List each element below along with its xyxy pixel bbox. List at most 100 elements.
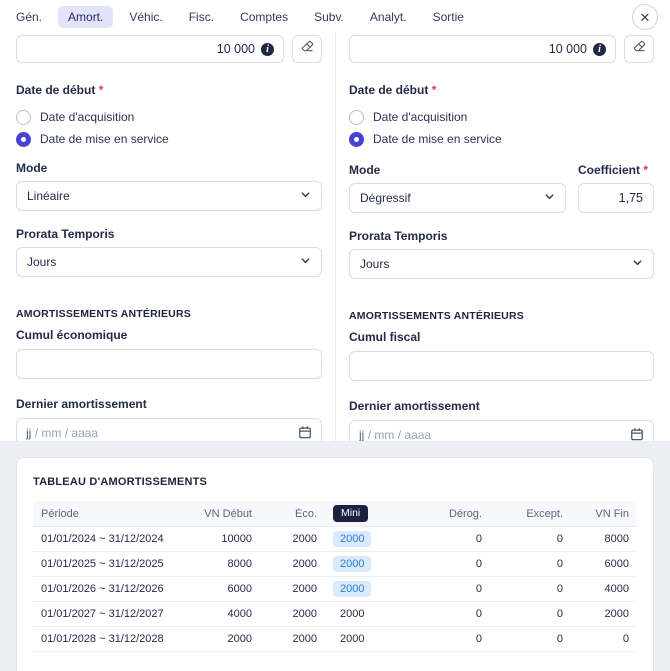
- cell-eco: 2000: [260, 608, 325, 620]
- table-header-row: Période VN Début Éco. Mini Dérog. Except…: [33, 501, 637, 527]
- cell-vn-debut: 2000: [193, 633, 260, 645]
- cell-mini: 2000: [325, 581, 415, 597]
- tab-subv[interactable]: Subv.: [304, 6, 354, 28]
- prorata-label: Prorata Temporis: [16, 228, 322, 241]
- tab-amort[interactable]: Amort.: [58, 6, 113, 28]
- economic-panel: 10 000 i Date de début * Date d'acquisit…: [0, 32, 335, 441]
- mode-label: Mode: [349, 164, 566, 177]
- cumul-fiscal-label: Cumul fiscal: [349, 331, 654, 344]
- radio-icon-unchecked[interactable]: [349, 110, 364, 125]
- mini-column-badge[interactable]: Mini: [333, 505, 368, 522]
- anterieurs-section-title: AMORTISSEMENTS ANTÉRIEURS: [349, 310, 654, 322]
- cell-periode: 01/01/2027 ~ 31/12/2027: [33, 608, 193, 620]
- coefficient-input[interactable]: 1,75: [578, 183, 654, 213]
- cumul-economique-input[interactable]: [16, 349, 322, 379]
- dernier-amortissement-label: Dernier amortissement: [16, 398, 322, 411]
- cell-eco: 2000: [260, 583, 325, 595]
- table-row: 01/01/2028 ~ 31/12/2028 2000 2000 2000 0…: [33, 627, 637, 652]
- cell-periode: 01/01/2028 ~ 31/12/2028: [33, 633, 193, 645]
- mini-value: 2000: [333, 631, 371, 647]
- cell-vn-debut: 8000: [193, 558, 260, 570]
- dernier-amortissement-label: Dernier amortissement: [349, 400, 654, 413]
- fiscal-clear-button[interactable]: [624, 35, 654, 63]
- mode-select-value: Dégressif: [360, 191, 411, 205]
- col-header-eco: Éco.: [260, 508, 325, 520]
- radio-label: Date d'acquisition: [373, 110, 467, 124]
- tab-bar: Gén. Amort. Véhic. Fisc. Comptes Subv. A…: [0, 0, 670, 32]
- calendar-icon[interactable]: [298, 425, 312, 442]
- cell-periode: 01/01/2025 ~ 31/12/2025: [33, 558, 193, 570]
- tab-comptes[interactable]: Comptes: [230, 6, 298, 28]
- close-button[interactable]: ✕: [632, 4, 658, 30]
- cell-periode: 01/01/2026 ~ 31/12/2026: [33, 583, 193, 595]
- cell-vn-fin: 8000: [571, 533, 637, 545]
- cell-eco: 2000: [260, 558, 325, 570]
- table-row: 01/01/2025 ~ 31/12/2025 8000 2000 2000 0…: [33, 552, 637, 577]
- cell-mini: 2000: [325, 606, 415, 622]
- table-row: 01/01/2027 ~ 31/12/2027 4000 2000 2000 0…: [33, 602, 637, 627]
- cell-vn-debut: 4000: [193, 608, 260, 620]
- prorata-label: Prorata Temporis: [349, 230, 654, 243]
- mini-value: 2000: [333, 606, 371, 622]
- cumul-fiscal-input[interactable]: [349, 351, 654, 381]
- mode-select-value: Linéaire: [27, 189, 70, 203]
- eraser-icon: [632, 39, 647, 59]
- cell-vn-fin: 4000: [571, 583, 637, 595]
- col-header-except: Except.: [490, 508, 571, 520]
- cell-derog: 0: [415, 533, 490, 545]
- fiscal-mode-select[interactable]: Dégressif: [349, 183, 566, 213]
- date-debut-label: Date de début *: [349, 84, 654, 97]
- cell-vn-debut: 10000: [193, 533, 260, 545]
- cell-mini: 2000: [325, 531, 415, 547]
- tab-vehic[interactable]: Véhic.: [119, 6, 172, 28]
- mode-label: Mode: [16, 162, 322, 175]
- fiscal-panel: 10 000 i Date de début * Date d'acquisit…: [335, 32, 670, 441]
- economic-clear-button[interactable]: [292, 35, 322, 63]
- prorata-select-value: Jours: [27, 255, 56, 269]
- table-title: TABLEAU D'AMORTISSEMENTS: [33, 476, 637, 488]
- radio-option-mise-en-service[interactable]: Date de mise en service: [16, 129, 322, 149]
- table-section: TABLEAU D'AMORTISSEMENTS Période VN Débu…: [0, 441, 670, 671]
- mini-value-badge: 2000: [333, 581, 371, 597]
- radio-label: Date de mise en service: [40, 132, 169, 146]
- cell-mini: 2000: [325, 631, 415, 647]
- radio-icon-checked[interactable]: [16, 132, 31, 147]
- fiscal-amount-input[interactable]: 10 000 i: [349, 35, 616, 63]
- close-icon: ✕: [640, 11, 651, 24]
- cumul-economique-label: Cumul économique: [16, 329, 322, 342]
- radio-icon-unchecked[interactable]: [16, 110, 31, 125]
- radio-label: Date d'acquisition: [40, 110, 134, 124]
- cell-derog: 0: [415, 583, 490, 595]
- chevron-down-icon: [632, 257, 643, 271]
- radio-option-mise-en-service[interactable]: Date de mise en service: [349, 129, 654, 149]
- chevron-down-icon: [300, 189, 311, 203]
- cell-derog: 0: [415, 558, 490, 570]
- fiscal-prorata-select[interactable]: Jours: [349, 249, 654, 279]
- info-icon[interactable]: i: [261, 43, 274, 56]
- amortissement-dialog: Gén. Amort. Véhic. Fisc. Comptes Subv. A…: [0, 0, 670, 671]
- cell-vn-fin: 0: [571, 633, 637, 645]
- cell-eco: 2000: [260, 533, 325, 545]
- economic-mode-select[interactable]: Linéaire: [16, 181, 322, 211]
- economic-amount-input[interactable]: 10 000 i: [16, 35, 284, 63]
- date-placeholder: jj / mm / aaaa: [26, 426, 98, 440]
- fiscal-amount-value: 10 000: [549, 42, 587, 56]
- cell-vn-fin: 6000: [571, 558, 637, 570]
- radio-option-acquisition[interactable]: Date d'acquisition: [349, 107, 654, 127]
- date-placeholder: jj / mm / aaaa: [359, 428, 431, 442]
- tab-gen[interactable]: Gén.: [6, 6, 52, 28]
- radio-label: Date de mise en service: [373, 132, 502, 146]
- cell-derog: 0: [415, 633, 490, 645]
- date-debut-label: Date de début *: [16, 84, 322, 97]
- cell-derog: 0: [415, 608, 490, 620]
- economic-prorata-select[interactable]: Jours: [16, 247, 322, 277]
- tab-fisc[interactable]: Fisc.: [179, 6, 224, 28]
- prorata-select-value: Jours: [360, 257, 389, 271]
- amortissement-form: 10 000 i Date de début * Date d'acquisit…: [0, 32, 670, 441]
- radio-option-acquisition[interactable]: Date d'acquisition: [16, 107, 322, 127]
- info-icon[interactable]: i: [593, 43, 606, 56]
- mini-value-badge: 2000: [333, 531, 371, 547]
- radio-icon-checked[interactable]: [349, 132, 364, 147]
- tab-sortie[interactable]: Sortie: [423, 6, 474, 28]
- tab-analyt[interactable]: Analyt.: [360, 6, 417, 28]
